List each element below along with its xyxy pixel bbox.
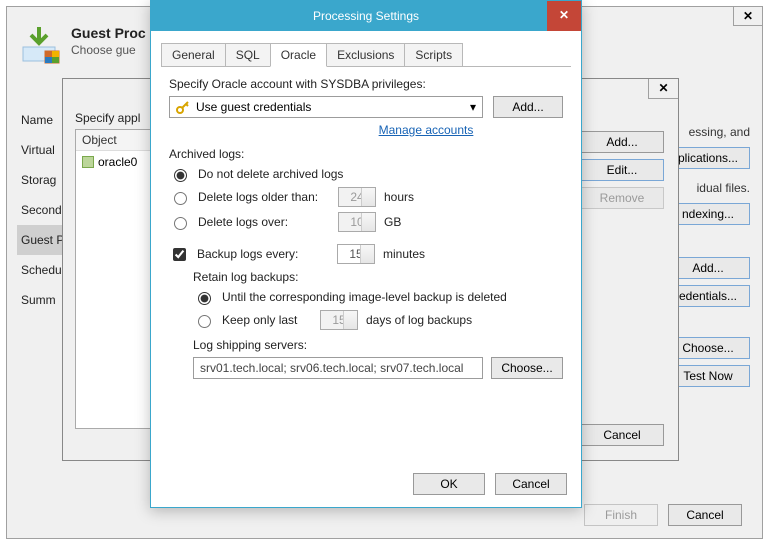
edit-button[interactable]: Edit...: [580, 159, 664, 181]
add-button[interactable]: Add...: [580, 131, 664, 153]
finish-button: Finish: [584, 504, 658, 526]
wizard-subtitle: Choose gue: [71, 43, 146, 57]
tab-underline: [161, 66, 571, 67]
log-shipping-label: Log shipping servers:: [193, 338, 563, 352]
cancel-button[interactable]: Cancel: [668, 504, 742, 526]
close-icon[interactable]: ✕: [547, 1, 581, 31]
specify-account-label: Specify Oracle account with SYSDBA privi…: [169, 77, 563, 91]
choose-servers-button[interactable]: Choose...: [491, 357, 563, 379]
tab-exclusions[interactable]: Exclusions: [326, 43, 405, 67]
processing-settings-dialog: Processing Settings ✕ General SQL Oracle…: [150, 0, 582, 508]
over-gb-spinner: 10: [338, 212, 376, 232]
backup-logs-checkbox[interactable]: [173, 248, 186, 261]
manage-accounts-link[interactable]: Manage accounts: [379, 123, 474, 137]
older-hours-spinner: 24: [338, 187, 376, 207]
log-shipping-field[interactable]: srv01.tech.local; srv06.tech.local; srv0…: [193, 357, 483, 379]
oracle-pane: Specify Oracle account with SYSDBA privi…: [169, 77, 563, 457]
specify-app-label: Specify appl: [75, 111, 140, 125]
radio-delete-over[interactable]: [174, 217, 187, 230]
object-name: oracle0: [98, 155, 137, 169]
tab-sql[interactable]: SQL: [225, 43, 271, 67]
retain-label: Retain log backups:: [193, 270, 563, 284]
ok-button[interactable]: OK: [413, 473, 485, 495]
wizard-title: Guest Proc: [71, 25, 146, 41]
key-icon: [176, 100, 190, 114]
tab-oracle[interactable]: Oracle: [270, 43, 327, 67]
chevron-down-icon: ▾: [470, 100, 476, 114]
wizard-footer: Finish Cancel: [584, 504, 742, 526]
cancel-button[interactable]: Cancel: [495, 473, 567, 495]
radio-keep-last[interactable]: [198, 315, 211, 328]
radio-no-delete[interactable]: [174, 169, 187, 182]
close-icon[interactable]: ✕: [648, 79, 678, 99]
tab-general[interactable]: General: [161, 43, 226, 67]
vm-icon: [82, 156, 94, 168]
credentials-select[interactable]: Use guest credentials ▾: [169, 96, 483, 118]
cancel-button[interactable]: Cancel: [580, 424, 664, 446]
radio-retain-until[interactable]: [198, 292, 211, 305]
add-credentials-button[interactable]: Add...: [493, 96, 563, 118]
backup-minutes-spinner[interactable]: 15: [337, 244, 375, 264]
guest-processing-icon: [21, 25, 61, 65]
remove-button: Remove: [580, 187, 664, 209]
radio-delete-older[interactable]: [174, 192, 187, 205]
tab-scripts[interactable]: Scripts: [404, 43, 463, 67]
dialog-title: Processing Settings ✕: [151, 1, 581, 31]
close-icon[interactable]: ✕: [733, 6, 763, 26]
keep-days-spinner: 15: [320, 310, 358, 330]
archived-logs-label: Archived logs:: [169, 147, 563, 161]
tab-bar: General SQL Oracle Exclusions Scripts: [161, 43, 462, 67]
